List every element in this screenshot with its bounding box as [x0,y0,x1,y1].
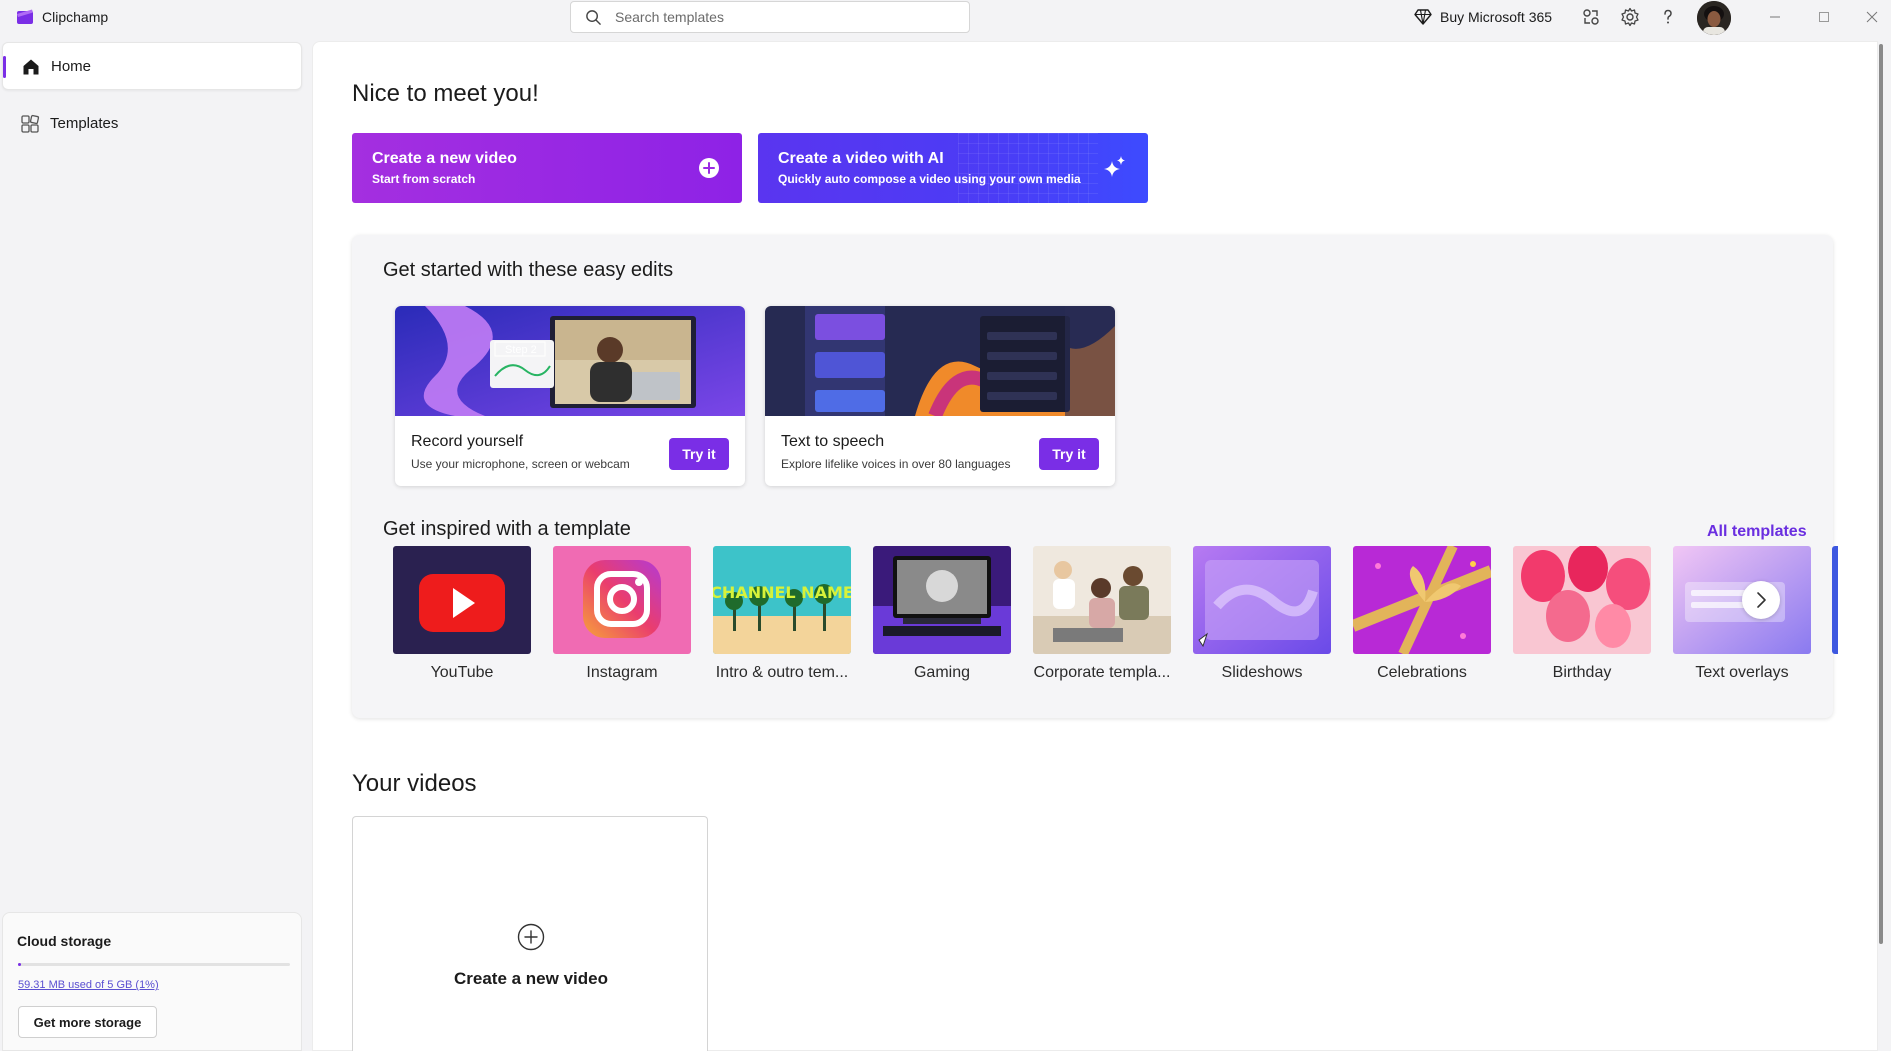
search-box[interactable] [570,1,970,33]
cloud-storage-panel: Cloud storage 59.31 MB used of 5 GB (1%)… [2,912,302,1051]
clipchamp-logo-icon [17,9,33,24]
scrollbar[interactable] [1879,44,1883,944]
plus-circle-icon [517,923,545,951]
active-indicator [3,56,6,78]
record-yourself-thumbnail: Step 2 [395,306,745,416]
create-new-video-tile[interactable]: Create a new video [352,816,708,1051]
template-thumbnail [553,546,691,654]
app-title: Clipchamp [42,9,109,25]
template-intro-outro[interactable]: CHANNEL NAME Intro & outro tem... [713,546,851,686]
edit-card-title: Record yourself [411,433,524,450]
create-video-with-ai-card[interactable]: Create a video with AI Quickly auto comp… [758,133,1148,203]
template-label: Gaming [913,664,971,681]
template-thumb-text: CHANNEL NAME [713,583,851,602]
hero-title: Create a new video [372,150,517,167]
buy-microsoft-365-label: Buy Microsoft 365 [1440,9,1553,25]
sidebar-item-label: Home [51,58,92,75]
template-peek[interactable] [1832,546,1838,654]
search-icon [586,10,601,25]
edit-card-subtitle: Use your microphone, screen or webcam [411,457,630,471]
chevron-right-icon [1757,592,1766,608]
hero-title: Create a video with AI [778,150,944,167]
templates-next-button[interactable] [1742,581,1780,619]
hero-subtitle: Start from scratch [372,172,476,186]
try-it-button[interactable]: Try it [669,438,729,470]
all-templates-link[interactable]: All templates [1707,523,1807,541]
storage-usage-link[interactable]: 59.31 MB used of 5 GB (1%) [18,979,159,991]
easy-edits-title: Get started with these easy edits [383,259,674,281]
sparkle-icon [1104,156,1125,177]
template-youtube[interactable]: YouTube [393,546,531,686]
storage-progress-bar [18,963,290,966]
template-thumbnail [393,546,531,654]
template-label: Intro & outro tem... [715,664,849,681]
plus-circle-icon [699,158,719,178]
diamond-icon [1414,9,1432,25]
template-celebrations[interactable]: Celebrations [1353,546,1491,686]
create-new-video-label: Create a new video [453,969,608,988]
your-videos-title: Your videos [352,770,477,797]
settings-icon[interactable] [1620,7,1640,27]
template-label: Corporate templa... [1033,664,1171,681]
close-icon[interactable] [1861,6,1883,28]
template-thumbnail [1353,546,1491,654]
template-thumbnail: CHANNEL NAME [713,546,851,654]
template-label: Slideshows [1221,664,1303,681]
create-new-video-card[interactable]: Create a new video Start from scratch [352,133,742,203]
template-thumbnail [1513,546,1651,654]
search-input[interactable] [615,2,955,32]
buy-microsoft-365-button[interactable]: Buy Microsoft 365 [1414,7,1552,27]
template-gaming[interactable]: Gaming [873,546,1011,686]
text-to-speech-card[interactable]: Text to speech Explore lifelike voices i… [765,306,1115,486]
template-label: YouTube [430,664,494,681]
sidebar-item-home[interactable]: Home [2,42,302,90]
page-title: Nice to meet you! [352,80,539,107]
avatar-image [1697,1,1731,35]
template-birthday[interactable]: Birthday [1513,546,1651,686]
get-more-storage-button[interactable]: Get more storage [18,1006,157,1038]
template-label: Celebrations [1377,664,1467,681]
edit-card-title: Text to speech [781,433,885,450]
template-corporate[interactable]: Corporate templa... [1033,546,1171,686]
templates-section-title: Get inspired with a template [383,518,631,540]
home-icon [23,59,39,75]
template-thumbnail [873,546,1011,654]
hero-subtitle: Quickly auto compose a video using your … [778,172,1081,186]
text-to-speech-thumbnail [765,306,1115,416]
title-bar: Clipchamp Buy Microsoft 365 [0,0,1891,36]
try-it-button[interactable]: Try it [1039,438,1099,470]
sidebar-item-templates[interactable]: Templates [2,100,302,148]
cloud-storage-title: Cloud storage [17,933,112,949]
sidebar-item-label: Templates [50,115,119,132]
share-icon[interactable] [1581,7,1601,27]
storage-progress-fill [18,963,21,966]
template-instagram[interactable]: Instagram [553,546,691,686]
template-label: Text overlays [1695,664,1789,681]
template-thumbnail [1193,546,1331,654]
step-tag: Step 2 [505,344,537,356]
minimize-icon[interactable] [1764,6,1786,28]
template-label: Instagram [586,664,658,681]
maximize-icon[interactable] [1813,6,1835,28]
avatar[interactable] [1697,1,1731,35]
edit-card-subtitle: Explore lifelike voices in over 80 langu… [781,457,1011,471]
template-thumbnail [1033,546,1171,654]
templates-icon [21,114,40,133]
template-label: Birthday [1552,664,1612,681]
help-icon[interactable] [1658,7,1678,27]
template-slideshows[interactable]: Slideshows [1193,546,1331,686]
record-yourself-card[interactable]: Step 2 Record yourself Use your micropho… [395,306,745,486]
